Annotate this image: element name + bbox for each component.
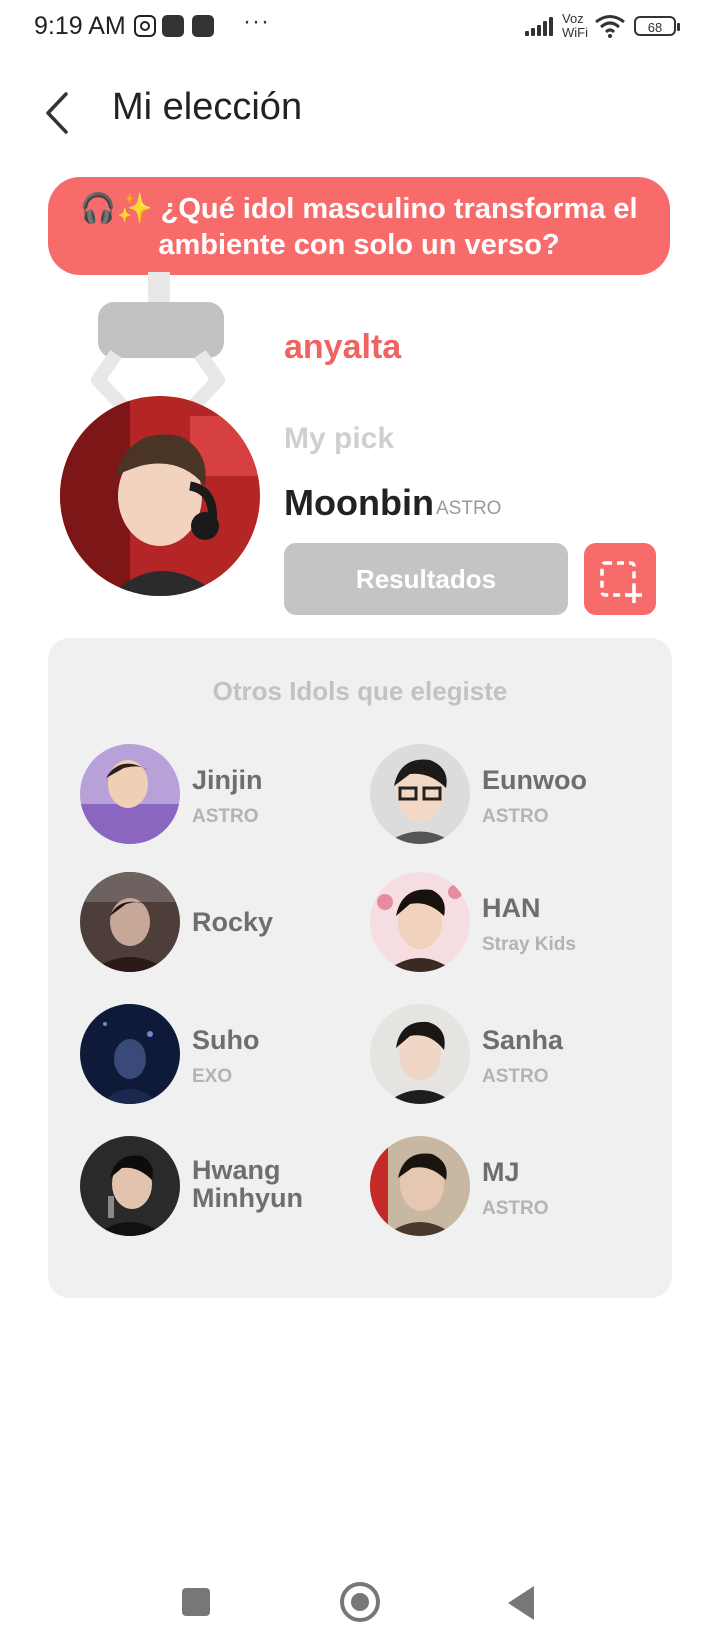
idol-item-eunwoo[interactable]: Eunwoo ASTRO (370, 744, 650, 844)
question-banner: 🎧✨ ¿Qué idol masculino transforma el amb… (48, 177, 670, 275)
other-idols-title: Otros Idols que elegiste (212, 676, 508, 706)
idol-item-sanha[interactable]: Sanha ASTRO (370, 1004, 650, 1104)
username: anyalta (284, 328, 402, 366)
wifi-icon (595, 15, 625, 38)
volte-indicator: Voz WiFi (562, 11, 588, 40)
my-pick-label: My pick (284, 422, 395, 455)
idol-name: HAN (482, 893, 541, 923)
idol-name: Eunwoo (482, 765, 587, 795)
idol-name: Jinjin (192, 765, 263, 795)
idol-name: MJ (482, 1157, 520, 1187)
idol-group: ASTRO (482, 1198, 549, 1219)
instagram-icon (134, 15, 156, 37)
idol-group: Stray Kids (482, 934, 576, 955)
idol-item-hwang-minhyun[interactable]: Hwang Minhyun (80, 1136, 360, 1236)
screenshot-button[interactable] (584, 543, 656, 615)
idol-group: EXO (192, 1066, 233, 1087)
idol-name: Sanha (482, 1025, 564, 1055)
idol-group: ASTRO (192, 806, 259, 827)
idol-avatar (80, 1004, 180, 1104)
notification-icon (192, 15, 214, 37)
notification-icon (162, 15, 184, 37)
screenshot-icon (600, 561, 642, 603)
idol-group: ASTRO (482, 1066, 549, 1087)
pick-name: Moonbin (284, 482, 434, 523)
recents-button[interactable] (182, 1588, 210, 1616)
idol-avatar (80, 872, 180, 972)
idol-avatar (370, 1136, 470, 1236)
idol-item-mj[interactable]: MJ ASTRO (370, 1136, 650, 1236)
battery-icon: 68 (634, 16, 680, 36)
idol-avatar (370, 744, 470, 844)
idol-item-rocky[interactable]: Rocky (80, 872, 360, 972)
other-idols-panel: Otros Idols que elegiste Jinjin ASTRO Eu… (48, 638, 672, 1298)
back-arrow-icon[interactable] (40, 88, 80, 138)
idol-avatar (80, 1136, 180, 1236)
back-button[interactable] (508, 1586, 534, 1620)
page-title: Mi elección (112, 86, 303, 128)
idol-avatar (80, 744, 180, 844)
idol-item-jinjin[interactable]: Jinjin ASTRO (80, 744, 360, 844)
status-bar: 9:19 AM ··· Voz WiFi 68 (0, 0, 720, 56)
idol-item-han[interactable]: HAN Stray Kids (370, 872, 650, 972)
more-notifications-icon: ··· (243, 8, 270, 35)
idol-name: Hwang Minhyun (192, 1155, 303, 1213)
results-button[interactable]: Resultados (284, 543, 568, 615)
pick-avatar (60, 396, 260, 596)
status-time: 9:19 AM (34, 12, 126, 40)
idol-name: Rocky (192, 907, 274, 937)
idol-item-suho[interactable]: Suho EXO (80, 1004, 360, 1104)
signal-icon (525, 16, 555, 36)
home-button[interactable] (340, 1582, 380, 1622)
idol-avatar (370, 1004, 470, 1104)
idol-name: Suho (192, 1025, 260, 1055)
idol-avatar (370, 872, 470, 972)
idol-group: ASTRO (482, 806, 549, 827)
pick-group: ASTRO (436, 498, 502, 519)
